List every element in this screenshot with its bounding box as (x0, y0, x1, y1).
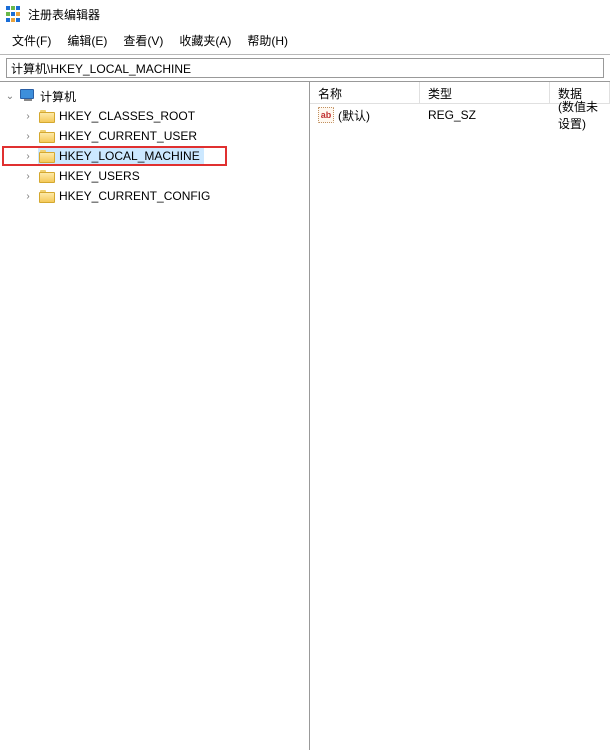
folder-icon (39, 170, 55, 183)
collapse-icon[interactable]: ⌄ (4, 91, 16, 102)
tree-item-hklm[interactable]: › HKEY_LOCAL_MACHINE (2, 146, 227, 166)
values-panel: 名称 类型 数据 ab (默认) REG_SZ (数值未设置) (310, 82, 610, 750)
tree-item-label: HKEY_CURRENT_USER (59, 129, 197, 143)
menu-favorites[interactable]: 收藏夹(A) (173, 30, 237, 51)
folder-icon (39, 190, 55, 203)
expand-icon[interactable]: › (22, 191, 34, 202)
value-name: (默认) (338, 107, 370, 124)
value-type: REG_SZ (420, 106, 550, 124)
tree-item-label: HKEY_LOCAL_MACHINE (59, 149, 200, 163)
column-name[interactable]: 名称 (310, 82, 420, 103)
expand-icon[interactable]: › (22, 131, 34, 142)
tree-item-hkcc[interactable]: › HKEY_CURRENT_CONFIG (2, 186, 307, 206)
app-title: 注册表编辑器 (28, 6, 100, 23)
main-area: ⌄ 计算机 › HKEY_CLASSES_ROOT › HKEY_CURRENT… (0, 82, 610, 750)
address-input[interactable] (6, 58, 604, 78)
tree-item-label: HKEY_CLASSES_ROOT (59, 109, 195, 123)
menu-view[interactable]: 查看(V) (117, 30, 169, 51)
menu-help[interactable]: 帮助(H) (241, 30, 294, 51)
computer-icon (20, 89, 36, 103)
title-bar: 注册表编辑器 (0, 0, 610, 28)
expand-icon[interactable]: › (22, 171, 34, 182)
string-value-icon: ab (318, 107, 334, 123)
folder-icon (39, 110, 55, 123)
tree-root-label: 计算机 (40, 88, 76, 105)
tree-item-hkcu[interactable]: › HKEY_CURRENT_USER (2, 126, 307, 146)
expand-icon[interactable]: › (22, 151, 34, 162)
regedit-icon (6, 6, 22, 22)
address-bar (0, 55, 610, 82)
tree-item-label: HKEY_CURRENT_CONFIG (59, 189, 210, 203)
expand-icon[interactable]: › (22, 111, 34, 122)
tree-root-computer[interactable]: ⌄ 计算机 (2, 86, 307, 106)
value-row[interactable]: ab (默认) REG_SZ (数值未设置) (310, 104, 610, 126)
folder-icon (39, 130, 55, 143)
tree-item-label: HKEY_USERS (59, 169, 140, 183)
folder-icon (39, 150, 55, 163)
menu-bar: 文件(F) 编辑(E) 查看(V) 收藏夹(A) 帮助(H) (0, 28, 610, 55)
tree-item-hkcr[interactable]: › HKEY_CLASSES_ROOT (2, 106, 307, 126)
menu-file[interactable]: 文件(F) (6, 30, 57, 51)
tree-panel[interactable]: ⌄ 计算机 › HKEY_CLASSES_ROOT › HKEY_CURRENT… (0, 82, 310, 750)
tree-item-hku[interactable]: › HKEY_USERS (2, 166, 307, 186)
menu-edit[interactable]: 编辑(E) (61, 30, 113, 51)
value-data: (数值未设置) (550, 96, 610, 134)
column-type[interactable]: 类型 (420, 82, 550, 103)
